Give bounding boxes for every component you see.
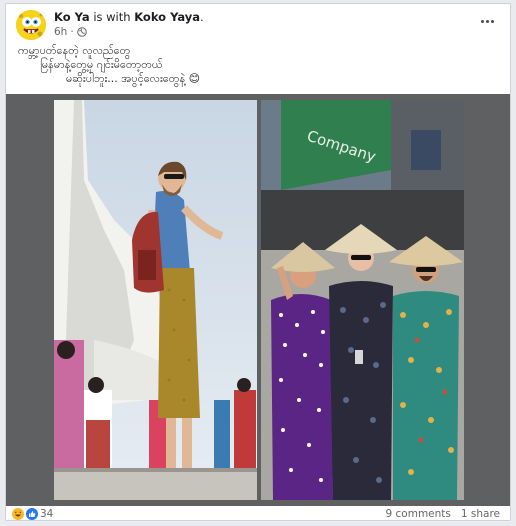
caption-line: ကမ္ဘာ့ပတ်နေတဲ့ လူလည်တွေ — [18, 44, 131, 57]
author-line: Ko Ya is with Koko Yaya. — [54, 10, 204, 24]
traveler-photo-image — [54, 100, 257, 500]
globe-icon — [76, 27, 87, 37]
reactions-count: 34 — [40, 508, 54, 520]
like-icon — [26, 508, 38, 520]
post-footer: 34 9 comments 1 share — [6, 508, 510, 522]
more-options-button[interactable] — [476, 14, 498, 28]
shares-link[interactable]: 1 share — [461, 508, 500, 520]
photo-left — [54, 100, 257, 500]
author-avatar[interactable] — [16, 10, 46, 40]
more-dot-icon — [480, 19, 484, 23]
author-name[interactable]: Ko Ya — [54, 10, 90, 24]
reactions-summary[interactable]: 34 — [12, 508, 53, 520]
post-card: Ko Ya is with Koko Yaya. 6h · ကမ္ဘာ့ပတ်န… — [5, 3, 511, 521]
caption-line: မဆိုးပါဘူး... အပွင့်လေးတွေနဲ့ 😊 — [66, 72, 201, 85]
with-text: is with — [93, 10, 131, 24]
more-dot-icon — [485, 19, 489, 23]
more-dot-icon — [490, 19, 494, 23]
post-header: Ko Ya is with Koko Yaya. 6h · — [14, 8, 502, 42]
post-photo[interactable]: Company — [6, 94, 510, 506]
post-caption: ကမ္ဘာ့ပတ်နေတဲ့ လူလည်တွေ မြန်မာနဲ့တွေ့မှ … — [18, 44, 498, 86]
sponge-avatar-icon — [16, 10, 46, 40]
caption-line: မြန်မာနဲ့တွေ့မှ ဂျင်းမိတော့တယ် — [40, 58, 163, 71]
haha-icon — [12, 508, 24, 520]
photo-right: Company — [261, 100, 464, 500]
post-time[interactable]: 6h — [54, 26, 67, 38]
time-separator: · — [70, 26, 74, 38]
post-meta: 6h · — [54, 26, 87, 38]
tagged-name[interactable]: Koko Yaya — [134, 10, 200, 24]
travelers-photo-image: Company — [261, 100, 464, 500]
comments-link[interactable]: 9 comments — [386, 508, 451, 520]
engagement-stats: 9 comments 1 share — [386, 508, 501, 520]
tagged-suffix: . — [200, 10, 204, 24]
